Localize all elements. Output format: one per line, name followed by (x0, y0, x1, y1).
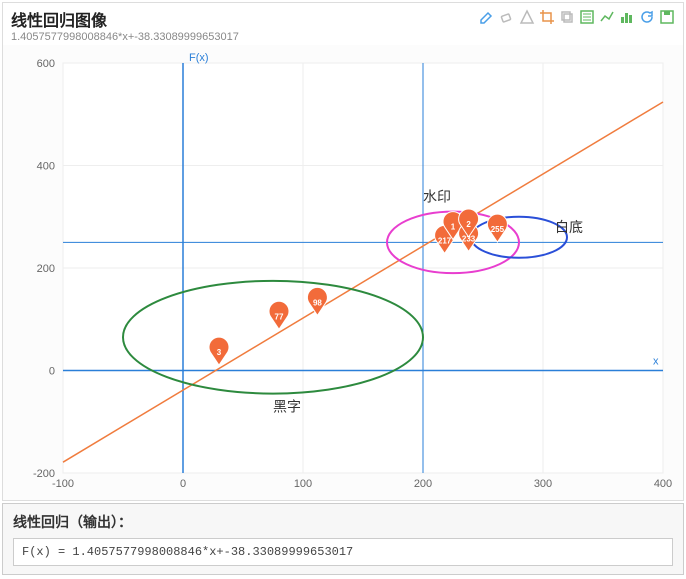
chart-subtitle: 1.4057577998008846*x+-38.33089999653017 (3, 31, 683, 45)
svg-text:255: 255 (491, 225, 505, 234)
svg-text:-200: -200 (33, 468, 55, 480)
svg-text:77: 77 (275, 312, 284, 321)
chart-title: 线性回归图像 (11, 7, 107, 31)
chart-header: 线性回归图像 (3, 3, 683, 31)
svg-text:600: 600 (37, 58, 55, 70)
copy-icon[interactable] (559, 9, 575, 30)
svg-text:1: 1 (451, 223, 456, 232)
svg-text:3: 3 (217, 348, 222, 357)
svg-text:F(x): F(x) (189, 52, 209, 64)
svg-text:0: 0 (180, 478, 186, 490)
svg-text:200: 200 (414, 478, 432, 490)
svg-text:黑字: 黑字 (273, 399, 301, 415)
output-panel: 线性回归（输出）： F(x) = 1.4057577998008846*x+-3… (2, 503, 684, 575)
crop-icon[interactable] (539, 9, 555, 30)
bar-chart-icon[interactable] (619, 9, 635, 30)
svg-text:400: 400 (37, 161, 55, 173)
svg-text:-100: -100 (52, 478, 74, 490)
svg-text:98: 98 (313, 298, 322, 307)
pencil-icon[interactable] (479, 9, 495, 30)
svg-text:0: 0 (49, 366, 55, 378)
svg-text:2: 2 (466, 220, 471, 229)
svg-text:100: 100 (294, 478, 312, 490)
chart-toolbar (479, 7, 675, 30)
svg-text:200: 200 (37, 263, 55, 275)
list-icon[interactable] (579, 9, 595, 30)
output-title: 线性回归（输出）： (13, 512, 673, 532)
line-chart-icon[interactable] (599, 9, 615, 30)
chart-card: 线性回归图像 1.4057577998008846*x+-38.33089999… (2, 2, 684, 501)
shape-icon[interactable] (519, 9, 535, 30)
chart-plot: -100 0 100 200 300 400 -200 0 200 400 600 F(x) x 黑字 水印… (3, 45, 683, 500)
refresh-icon[interactable] (639, 9, 655, 30)
svg-text:水印: 水印 (423, 188, 451, 204)
eraser-icon[interactable] (499, 9, 515, 30)
svg-text:400: 400 (654, 478, 672, 490)
svg-text:白底: 白底 (555, 219, 583, 235)
output-formula: F(x) = 1.4057577998008846*x+-38.33089999… (13, 538, 673, 566)
svg-text:217: 217 (438, 236, 452, 245)
save-icon[interactable] (659, 9, 675, 30)
svg-text:300: 300 (534, 478, 552, 490)
svg-text:x: x (653, 356, 659, 368)
